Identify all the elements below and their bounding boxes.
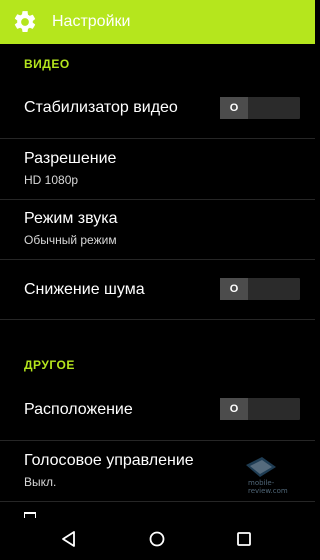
setting-label: Разрешение xyxy=(24,150,117,167)
noise-reduction-toggle[interactable]: O xyxy=(220,278,300,300)
app-bar-title: Настройки xyxy=(52,13,131,30)
setting-noise-reduction[interactable]: Снижение шума O xyxy=(0,260,315,320)
toggle-knob: O xyxy=(220,97,248,119)
settings-list: ВИДЕО Стабилизатор видео O Разрешение HD… xyxy=(0,44,315,518)
setting-label: Расположение xyxy=(24,401,133,418)
setting-resolution[interactable]: Разрешение HD 1080p xyxy=(0,139,315,199)
setting-value: Обычный режим xyxy=(24,233,117,247)
setting-location[interactable]: Расположение O xyxy=(0,380,315,440)
setting-value: Выкл. xyxy=(24,475,57,489)
toggle-knob: O xyxy=(220,398,248,420)
setting-video-stabilizer[interactable]: Стабилизатор видео O xyxy=(0,78,315,138)
location-toggle[interactable]: O xyxy=(220,398,300,420)
navigation-bar xyxy=(0,518,315,560)
watermark-text: mobile-review.com xyxy=(248,479,288,495)
watermark-phone-icon xyxy=(246,457,276,477)
watermark-logo: mobile-review.com xyxy=(240,455,310,495)
stabilizer-toggle[interactable]: O xyxy=(220,97,300,119)
setting-label: Режим звука xyxy=(24,210,118,227)
toggle-knob: O xyxy=(220,278,248,300)
app-bar: Настройки xyxy=(0,0,315,44)
gear-icon[interactable] xyxy=(3,0,47,44)
section-header-video: ВИДЕО xyxy=(24,57,70,71)
setting-sound-mode[interactable]: Режим звука Обычный режим xyxy=(0,200,315,260)
setting-label: Снижение шума xyxy=(24,281,145,298)
setting-next-partial[interactable] xyxy=(0,502,315,518)
back-triangle-icon[interactable] xyxy=(49,518,89,560)
section-header-other: ДРУГОЕ xyxy=(24,358,75,372)
home-circle-icon[interactable] xyxy=(137,518,177,560)
setting-value: HD 1080p xyxy=(24,173,79,187)
divider xyxy=(0,319,315,320)
setting-label: Голосовое управление xyxy=(24,452,194,469)
recents-square-icon[interactable] xyxy=(224,518,264,560)
setting-label: Стабилизатор видео xyxy=(24,99,178,116)
